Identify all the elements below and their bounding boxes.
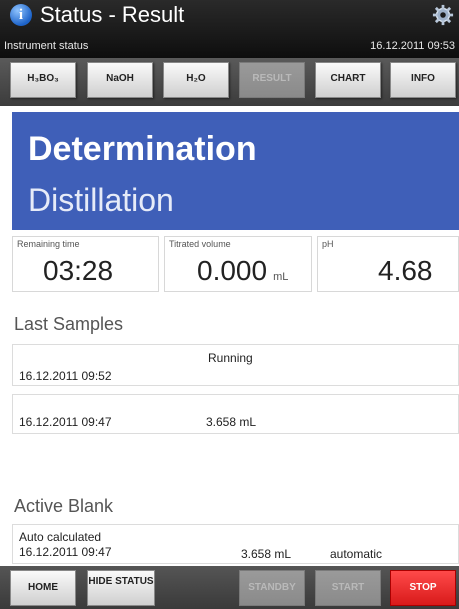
banner-determination: Determination — [28, 130, 257, 168]
active-blank-title: Active Blank — [14, 496, 114, 516]
status-banner: Determination Distillation — [12, 112, 459, 230]
tab-h3bo3[interactable]: H₃BO₃ — [10, 62, 76, 98]
active-blank-volume: 3.658 mL — [241, 547, 292, 561]
tab-h2o[interactable]: H₂O — [163, 62, 229, 98]
tab-naoh[interactable]: NaOH — [87, 62, 153, 98]
tab-info[interactable]: INFO — [390, 62, 456, 98]
titrated-volume-value: 0.000 — [197, 255, 268, 286]
info-icon[interactable]: i — [10, 4, 32, 26]
tab-bar: H₃BO₃ NaOH H₂O RESULT CHART INFO — [0, 58, 459, 106]
gear-icon[interactable] — [432, 4, 454, 26]
sample-date: 16.12.2011 09:47 — [19, 415, 112, 429]
banner-distillation: Distillation — [28, 182, 174, 218]
tab-result: RESULT — [239, 62, 305, 98]
sample-volume: 3.658 mL — [206, 415, 257, 429]
active-blank-date: 16.12.2011 09:47 — [19, 545, 112, 559]
ph-value: 4.68 — [378, 255, 433, 286]
ph-box: pH 4.68 — [317, 236, 459, 292]
page-title: Status - Result — [40, 2, 185, 27]
standby-button: STANDBY — [239, 570, 305, 606]
stop-button[interactable]: STOP — [390, 570, 456, 606]
start-button: START — [315, 570, 381, 606]
remaining-time-value: 03:28 — [43, 255, 114, 286]
home-button[interactable]: HOME — [10, 570, 76, 606]
sample-date: 16.12.2011 09:52 — [19, 369, 112, 383]
datetime: 16.12.2011 09:53 — [370, 40, 455, 52]
instrument-status-label: Instrument status — [4, 40, 89, 52]
remaining-time-label: Remaining time — [17, 239, 80, 249]
active-blank-row[interactable]: Auto calculated 16.12.2011 09:47 3.658 m… — [12, 524, 459, 564]
titrated-volume-box: Titrated volume 0.000 mL — [164, 236, 312, 292]
hide-status-button[interactable]: HIDE STATUS — [87, 570, 155, 606]
header-bar: i Status - Result Instrument status 16.1… — [0, 0, 459, 58]
remaining-time-box: Remaining time 03:28 — [12, 236, 159, 292]
sample-row-running[interactable]: Running 16.12.2011 09:52 — [12, 344, 459, 386]
active-blank-label: Auto calculated — [19, 530, 102, 544]
titrated-volume-unit: mL — [273, 271, 289, 283]
titrated-volume-label: Titrated volume — [169, 239, 231, 249]
sample-row[interactable]: 16.12.2011 09:47 3.658 mL — [12, 394, 459, 434]
last-samples-title: Last Samples — [14, 314, 124, 334]
sample-status: Running — [208, 351, 253, 365]
tab-chart[interactable]: CHART — [315, 62, 381, 98]
ph-label: pH — [322, 239, 334, 249]
footer-bar: HOME HIDE STATUS STANDBY START STOP — [0, 566, 459, 609]
active-blank-mode: automatic — [330, 547, 383, 561]
